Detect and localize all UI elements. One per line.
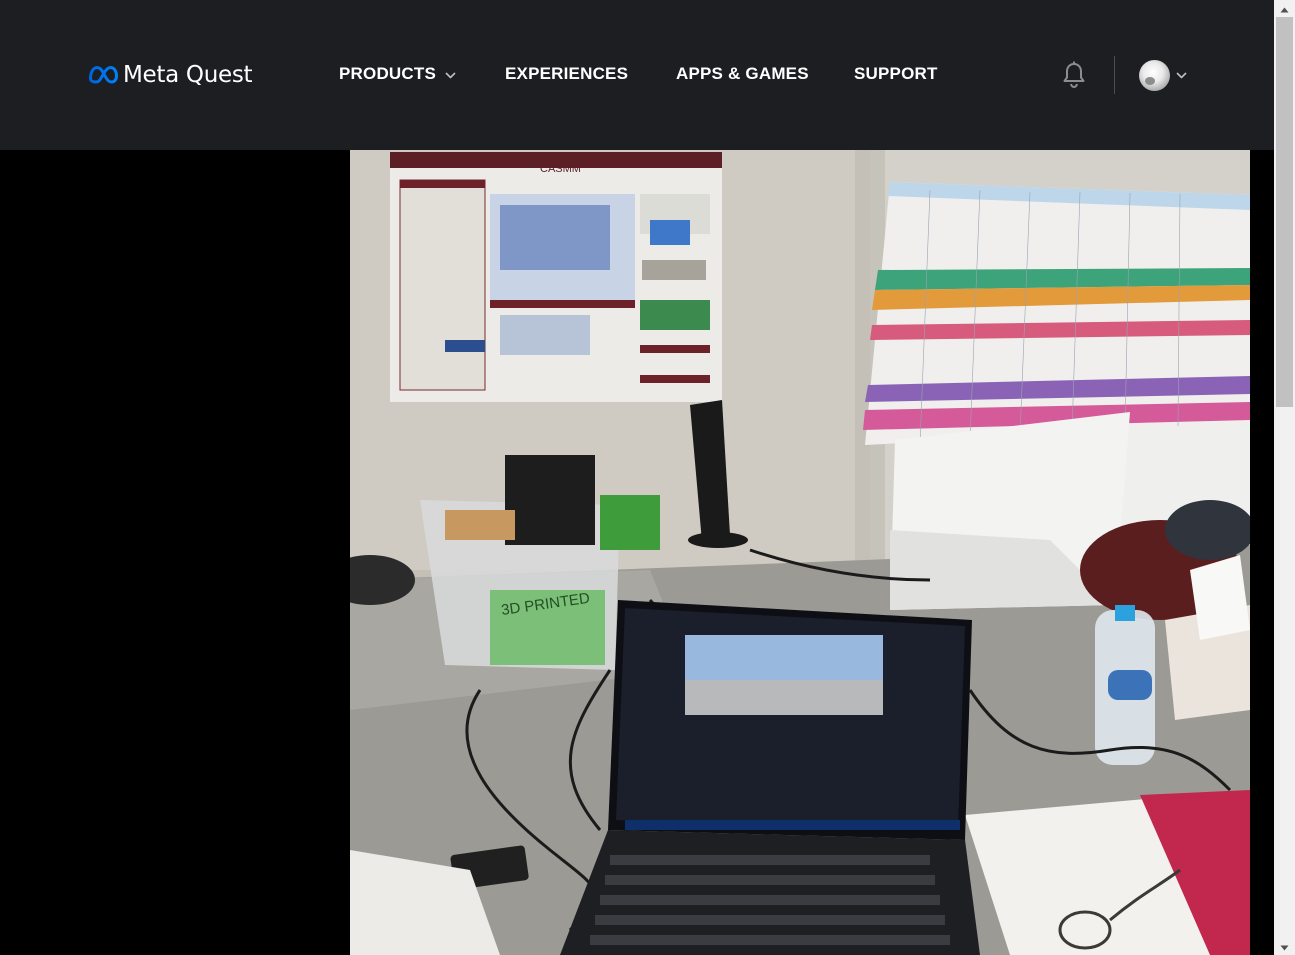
scroll-up-button[interactable] [1274, 0, 1295, 17]
nav-products-label: PRODUCTS [339, 64, 436, 83]
research-poster: CASMM [390, 152, 722, 402]
bell-icon [1061, 61, 1087, 93]
nav-apps-games-label: APPS & GAMES [676, 64, 809, 83]
header-divider [1114, 56, 1115, 94]
account-menu-button[interactable] [1139, 59, 1187, 91]
nav-products[interactable]: PRODUCTS [339, 64, 456, 84]
nav-support[interactable]: SUPPORT [854, 64, 938, 84]
vertical-scrollbar[interactable] [1274, 0, 1295, 955]
nav-apps-games[interactable]: APPS & GAMES [676, 64, 809, 84]
brand-name: Meta Quest [123, 62, 253, 88]
nav-experiences[interactable]: EXPERIENCES [505, 64, 628, 84]
nav-support-label: SUPPORT [854, 64, 938, 83]
nav-experiences-label: EXPERIENCES [505, 64, 629, 83]
content-area: CASMM 3D PRINTED [0, 150, 1274, 955]
chevron-down-icon [1176, 66, 1187, 84]
page: Meta Quest PRODUCTS EXPERIENCES APPS & G… [0, 0, 1295, 955]
site-header: Meta Quest PRODUCTS EXPERIENCES APPS & G… [0, 0, 1274, 150]
poster-title: CASMM [540, 163, 581, 175]
meta-infinity-icon [88, 65, 119, 85]
avatar [1139, 59, 1170, 91]
meta-quest-logo[interactable]: Meta Quest [88, 60, 253, 90]
triangle-up-icon [1280, 0, 1289, 18]
wall-calendar [863, 182, 1250, 446]
chevron-down-icon [445, 64, 456, 84]
triangle-down-icon [1280, 938, 1289, 955]
media-photo[interactable]: CASMM 3D PRINTED [350, 150, 1250, 955]
notifications-button[interactable] [1061, 61, 1087, 89]
scroll-down-button[interactable] [1274, 938, 1295, 955]
laptop [560, 600, 980, 955]
scrollbar-thumb[interactable] [1276, 17, 1293, 407]
